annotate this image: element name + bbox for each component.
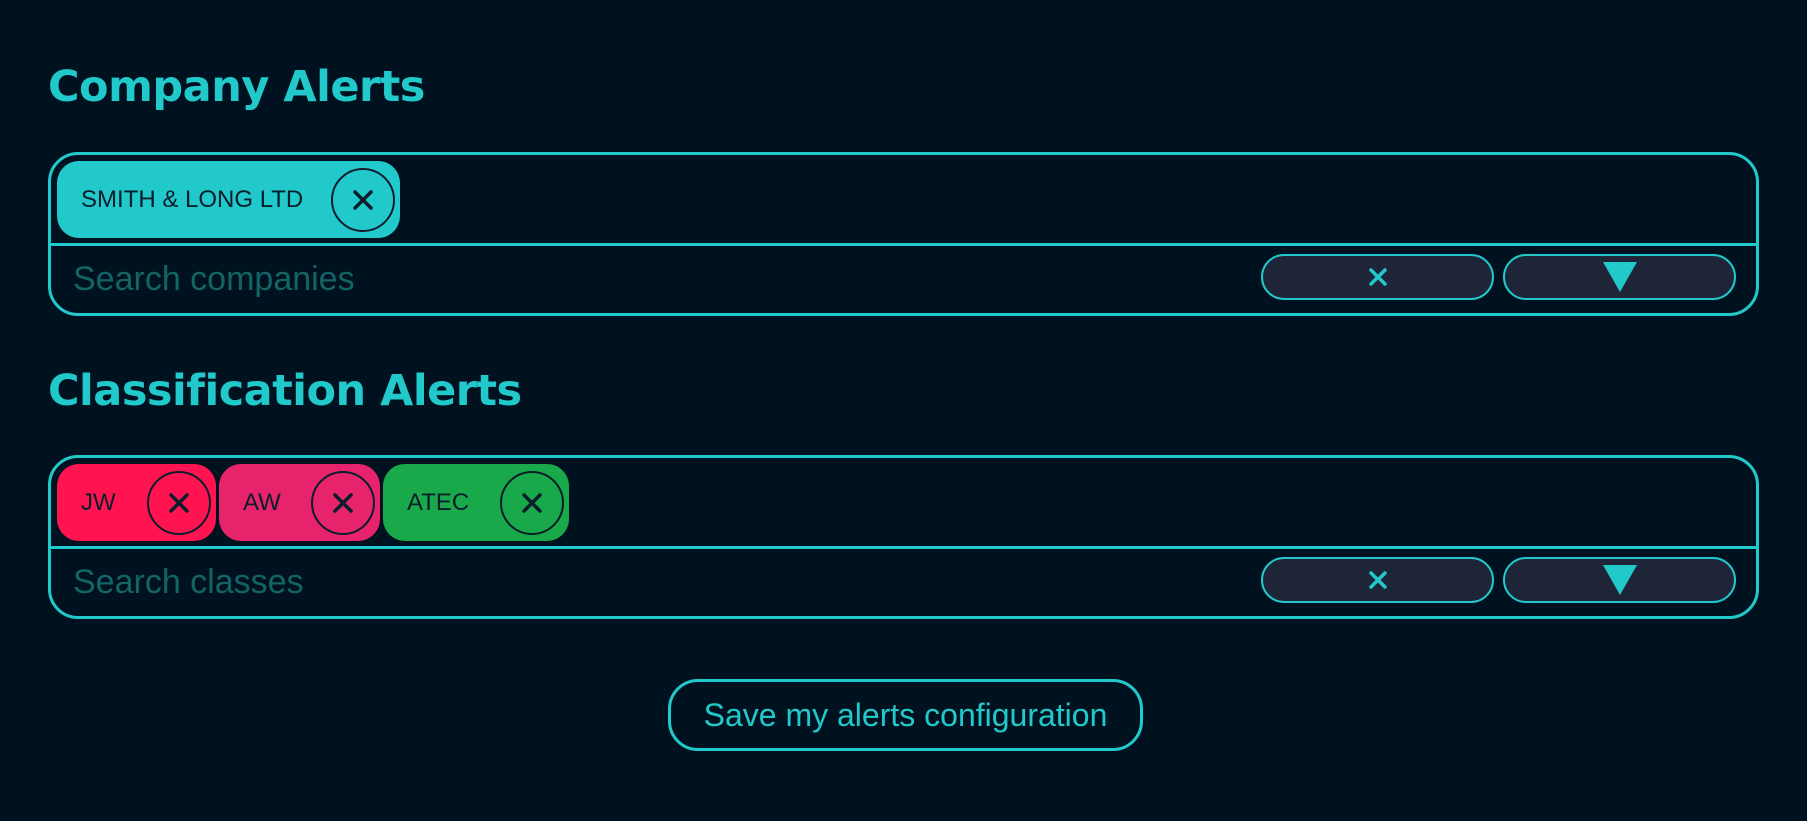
classification-alerts-title: Classification Alerts — [48, 366, 522, 416]
classification-tag-jw: JW — [57, 464, 216, 541]
tag-remove-icon[interactable] — [147, 470, 211, 535]
classification-search-input[interactable] — [73, 560, 1253, 604]
company-dropdown-button[interactable] — [1503, 254, 1736, 300]
classification-multiselect: JW AW ATEC — [48, 455, 1759, 619]
company-search-input[interactable] — [73, 257, 1253, 301]
dropdown-triangle-icon — [1602, 565, 1637, 595]
company-search-row — [51, 243, 1756, 313]
company-tag: SMITH & LONG LTD — [57, 161, 400, 238]
classification-tag-label: ATEC — [407, 488, 470, 516]
classification-search-row — [51, 546, 1756, 616]
classification-tag-list: JW AW ATEC — [51, 458, 1756, 549]
classification-dropdown-button[interactable] — [1503, 557, 1736, 603]
classification-tag-aw: AW — [219, 464, 380, 541]
tag-remove-icon[interactable] — [500, 470, 564, 535]
classification-clear-button[interactable] — [1261, 557, 1494, 603]
company-tag-label: SMITH & LONG LTD — [81, 185, 304, 213]
classification-tag-label: AW — [243, 488, 281, 516]
classification-tag-atec: ATEC — [383, 464, 569, 541]
classification-tag-label: JW — [81, 488, 116, 516]
clear-x-icon — [1368, 571, 1387, 589]
alerts-page: Company Alerts SMITH & LONG LTD Classifi… — [0, 0, 1807, 821]
tag-remove-icon[interactable] — [311, 470, 375, 535]
company-multiselect: SMITH & LONG LTD — [48, 152, 1759, 316]
clear-x-icon — [1368, 268, 1387, 286]
company-tag-list: SMITH & LONG LTD — [51, 155, 1756, 246]
dropdown-triangle-icon — [1602, 262, 1637, 292]
save-alerts-button[interactable]: Save my alerts configuration — [668, 679, 1143, 751]
tag-remove-icon[interactable] — [331, 167, 395, 232]
company-alerts-title: Company Alerts — [48, 62, 425, 112]
company-clear-button[interactable] — [1261, 254, 1494, 300]
